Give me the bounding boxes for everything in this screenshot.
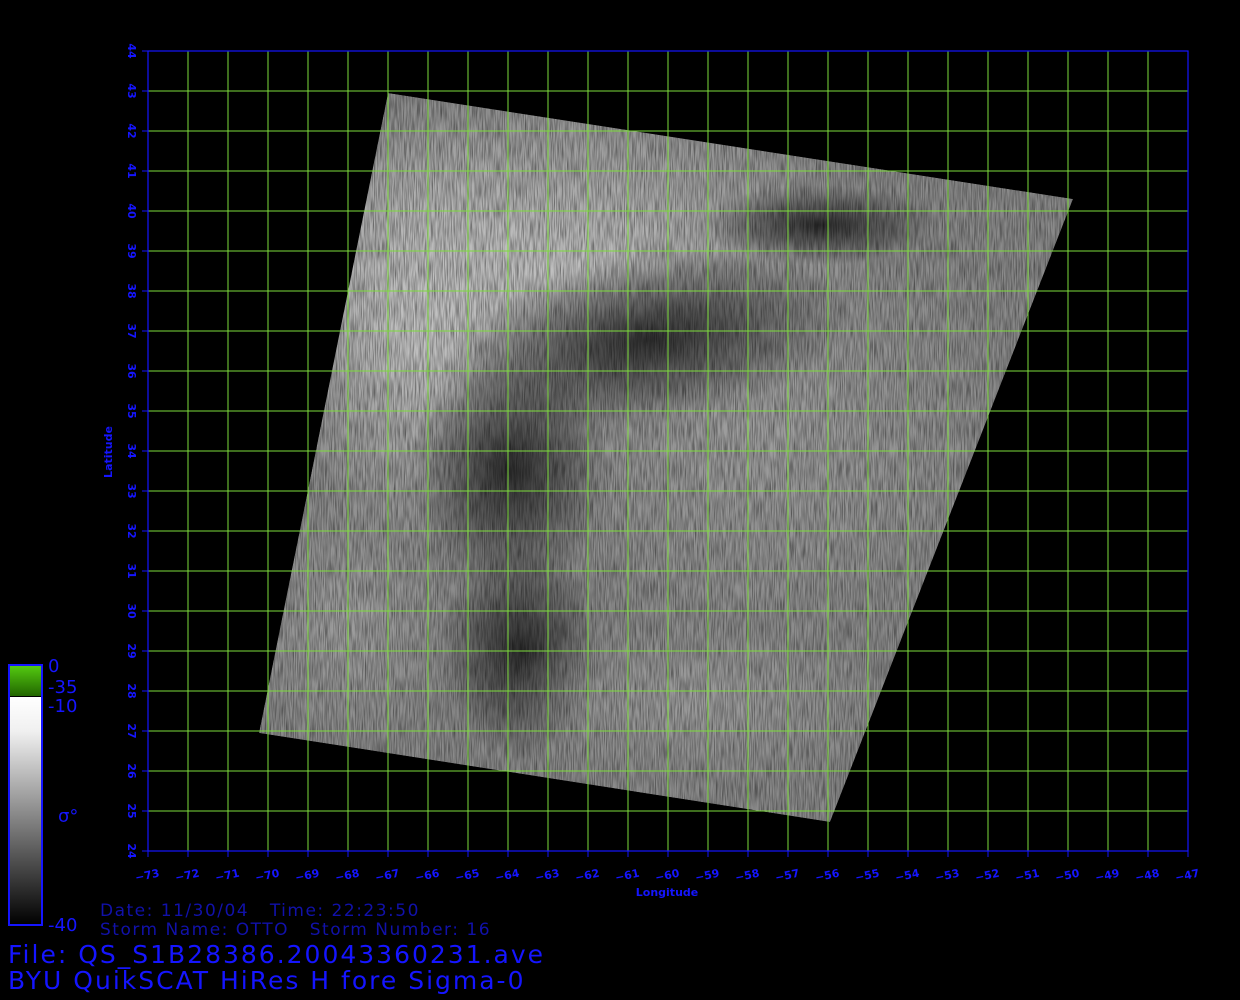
x-tick-label: −60: [654, 867, 681, 885]
y-tick-label: 37: [125, 323, 138, 338]
x-tick-label: −59: [694, 867, 721, 885]
y-tick-label: 29: [125, 643, 138, 658]
colorbar-gray-ramp: [9, 697, 42, 925]
colorbar-title: σ°: [58, 806, 78, 827]
x-tick-label: −67: [374, 867, 401, 885]
date-time-line: Date: 11/30/04 Time: 22:23:50: [100, 901, 420, 921]
x-tick-label: −53: [934, 867, 961, 885]
x-tick-label: −68: [334, 867, 361, 885]
x-tick-label: −58: [734, 867, 761, 885]
x-tick-label: −72: [174, 867, 201, 885]
satellite-swath: [259, 93, 1073, 822]
y-tick-label: 44: [125, 43, 138, 59]
y-tick-label: 33: [125, 483, 138, 498]
colorbar-label-bottom: -40: [48, 915, 77, 936]
colorbar-label-3: -10: [48, 696, 77, 717]
latitude-axis: 24 25 26 27 28 29 30 31 32 33 34 35 36 37 38 39 40 41 42 43…: [125, 43, 148, 859]
x-tick-label: −64: [494, 867, 521, 885]
x-tick-label: −63: [534, 867, 561, 885]
y-tick-label: 26: [125, 763, 138, 779]
y-tick-label: 43: [125, 83, 138, 98]
storm-line: Storm Name: OTTO Storm Number: 16: [100, 920, 492, 940]
y-tick-label: 40: [125, 203, 138, 219]
file-line: File: QS_S1B28386.20043360231.ave: [8, 940, 546, 969]
x-tick-label: −47: [1174, 867, 1201, 885]
lat-lon-grid: [148, 51, 1188, 851]
product-line: BYU QuikSCAT HiRes H fore Sigma-0: [8, 966, 526, 995]
colorbar: 0 -35 -10 σ° -40: [8, 656, 78, 936]
x-tick-label: −73: [134, 867, 161, 885]
x-tick-label: −65: [454, 867, 481, 885]
y-tick-label: 42: [125, 123, 138, 138]
y-tick-label: 24: [125, 843, 138, 859]
y-tick-label: 34: [125, 443, 138, 459]
y-axis-title: Latitude: [102, 426, 115, 478]
x-axis-title: Longitude: [636, 886, 698, 899]
colorbar-label-2: -35: [48, 677, 77, 698]
y-tick-label: 25: [125, 803, 138, 818]
longitude-axis: −73 −72 −71 −70 −69 −68 −67 −66 −65 −64 −63 −62 −61−…: [134, 851, 1201, 884]
x-tick-label: −50: [1054, 867, 1081, 885]
y-tick-label: 30: [125, 603, 138, 619]
colorbar-green-segment: [9, 665, 42, 696]
y-tick-label: 31: [125, 563, 138, 578]
y-tick-label: 36: [125, 363, 138, 379]
x-tick-label: −61: [614, 867, 641, 885]
x-tick-label: −70: [254, 867, 281, 885]
x-tick-label: −69: [294, 867, 321, 885]
sigma0-map: −73 −72 −71 −70 −69 −68 −67 −66 −65 −64 −63 −62 −61−…: [8, 43, 1201, 936]
x-tick-label: −48: [1134, 867, 1161, 885]
x-tick-label: −51: [1014, 867, 1041, 885]
x-tick-label: −52: [974, 867, 1001, 885]
x-tick-label: −56: [814, 867, 841, 885]
x-tick-label: −49: [1094, 867, 1121, 885]
colorbar-label-top: 0: [48, 656, 59, 677]
y-tick-label: 28: [125, 683, 138, 698]
y-tick-label: 39: [125, 243, 138, 258]
y-tick-label: 38: [125, 283, 138, 298]
x-tick-label: −62: [574, 867, 601, 885]
y-tick-label: 32: [125, 523, 138, 538]
y-tick-label: 27: [125, 723, 138, 738]
x-tick-label: −54: [894, 867, 921, 885]
y-tick-label: 41: [125, 163, 138, 178]
x-tick-label: −66: [414, 867, 441, 885]
x-tick-label: −71: [214, 867, 241, 885]
y-tick-label: 35: [125, 403, 138, 418]
x-tick-label: −55: [854, 867, 881, 885]
x-tick-label: −57: [774, 867, 801, 885]
